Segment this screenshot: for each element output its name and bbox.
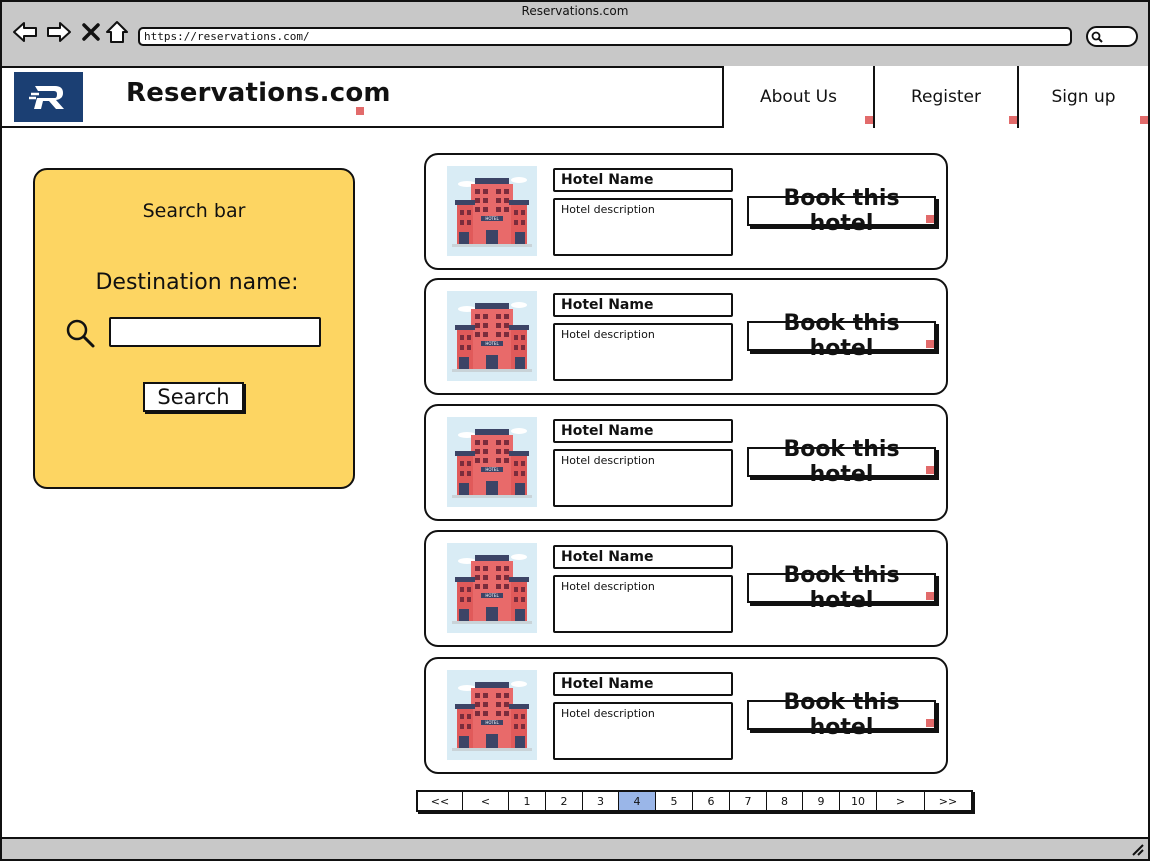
nav-register[interactable]: Register xyxy=(873,66,1017,128)
hotel-name: Hotel Name xyxy=(553,293,733,317)
hotel-image-caption: HOTEL xyxy=(485,341,499,346)
hotel-name: Hotel Name xyxy=(553,545,733,569)
hotel-description: Hotel description xyxy=(553,702,733,760)
search-icon xyxy=(1091,31,1103,43)
hotel-name: Hotel Name xyxy=(553,168,733,192)
page-link[interactable]: 1 xyxy=(509,792,546,810)
hotel-description: Hotel description xyxy=(553,575,733,633)
page-link[interactable]: 9 xyxy=(803,792,840,810)
link-marker-icon xyxy=(926,719,934,727)
page-link[interactable]: 3 xyxy=(583,792,619,810)
hotel-description: Hotel description xyxy=(553,198,733,256)
hotel-image: HOTEL xyxy=(447,166,537,256)
destination-input[interactable] xyxy=(109,317,321,347)
browser-search-field[interactable] xyxy=(1086,26,1138,47)
page-link[interactable]: 2 xyxy=(546,792,583,810)
brand-title[interactable]: Reservations.com xyxy=(126,78,391,108)
link-marker-icon xyxy=(1009,116,1017,124)
hotel-image-caption: HOTEL xyxy=(485,593,499,598)
hotel-card: HOTEL Hotel Name Hotel description Book thi… xyxy=(424,404,948,521)
page-link[interactable]: >> xyxy=(925,792,971,810)
hotel-image: HOTEL xyxy=(447,543,537,633)
hotel-image: HOTEL xyxy=(447,291,537,381)
page-link[interactable]: 6 xyxy=(693,792,730,810)
book-hotel-button[interactable]: Book this hotel xyxy=(747,311,936,361)
nav-sign-up[interactable]: Sign up xyxy=(1017,66,1150,128)
link-marker-icon xyxy=(356,107,364,115)
logo[interactable] xyxy=(14,72,83,122)
back-arrow-icon[interactable] xyxy=(11,18,39,46)
hotel-card: HOTEL Hotel Name Hotel description Book thi… xyxy=(424,530,948,647)
nav-about-us-label: About Us xyxy=(760,87,837,107)
page-link[interactable]: 10 xyxy=(840,792,877,810)
forward-arrow-icon[interactable] xyxy=(45,18,73,46)
destination-label: Destination name: xyxy=(95,270,299,295)
hotel-card: HOTEL Hotel Name Hotel description Book thi… xyxy=(424,278,948,395)
book-hotel-button[interactable]: Book this hotel xyxy=(747,186,936,236)
hotel-image-caption: HOTEL xyxy=(485,216,499,221)
page-link[interactable]: 5 xyxy=(656,792,693,810)
home-icon[interactable] xyxy=(103,18,131,46)
link-marker-icon xyxy=(926,215,934,223)
hotel-card: HOTEL Hotel Name Hotel description Book thi… xyxy=(424,153,948,270)
hotel-description: Hotel description xyxy=(553,323,733,381)
nav-sign-up-label: Sign up xyxy=(1051,87,1116,107)
link-marker-icon xyxy=(865,116,873,124)
nav-about-us[interactable]: About Us xyxy=(722,66,873,128)
search-button[interactable]: Search xyxy=(143,382,244,412)
search-icon xyxy=(66,319,95,348)
book-hotel-button[interactable]: Book this hotel xyxy=(747,563,936,613)
search-panel-title: Search bar xyxy=(142,200,246,222)
close-icon[interactable] xyxy=(77,18,105,46)
url-bar[interactable]: https://reservations.com/ xyxy=(138,27,1072,46)
book-hotel-button[interactable]: Book this hotel xyxy=(747,690,936,740)
page-link[interactable]: < xyxy=(463,792,509,810)
book-hotel-button[interactable]: Book this hotel xyxy=(747,437,936,487)
page-link[interactable]: > xyxy=(877,792,925,810)
hotel-image: HOTEL xyxy=(447,670,537,760)
nav-register-label: Register xyxy=(911,87,981,107)
page-link[interactable]: 8 xyxy=(767,792,803,810)
link-marker-icon xyxy=(926,592,934,600)
logo-mark-icon xyxy=(28,86,64,109)
hotel-name: Hotel Name xyxy=(553,419,733,443)
page-link[interactable]: << xyxy=(418,792,463,810)
hotel-image: HOTEL xyxy=(447,417,537,507)
status-bar xyxy=(0,837,1150,861)
hotel-image-caption: HOTEL xyxy=(485,467,499,472)
hotel-name: Hotel Name xyxy=(553,672,733,696)
link-marker-icon xyxy=(1140,116,1148,124)
page-link[interactable]: 4 xyxy=(619,792,656,810)
resize-handle-icon[interactable] xyxy=(1130,842,1144,856)
link-marker-icon xyxy=(926,340,934,348)
hotel-description: Hotel description xyxy=(553,449,733,507)
pagination: << <1 2 3 4 5 6 7 8 9 10 > >> xyxy=(416,790,973,812)
hotel-card: HOTEL Hotel Name Hotel description Book thi… xyxy=(424,657,948,774)
hotel-image-caption: HOTEL xyxy=(485,720,499,725)
link-marker-icon xyxy=(926,466,934,474)
page-link[interactable]: 7 xyxy=(730,792,767,810)
window-title: Reservations.com xyxy=(521,4,629,18)
